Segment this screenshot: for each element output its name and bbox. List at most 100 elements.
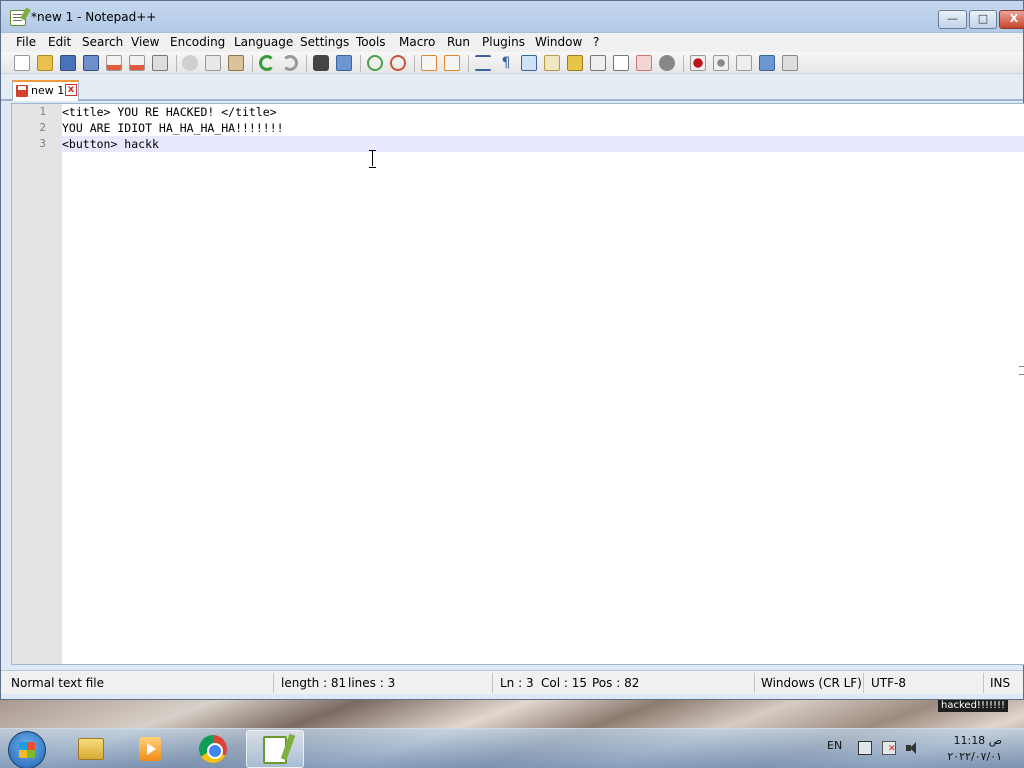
menu-window[interactable]: Window	[535, 34, 582, 50]
menu-file[interactable]: File	[16, 34, 36, 50]
status-separator	[983, 673, 984, 693]
taskbar-notepadpp[interactable]	[246, 730, 304, 768]
window-title: *new 1 - Notepad++	[31, 10, 157, 24]
status-separator	[273, 673, 274, 693]
replace-icon[interactable]	[336, 55, 352, 71]
close-icon[interactable]	[106, 55, 122, 71]
close-all-icon[interactable]	[129, 55, 145, 71]
save-all-icon[interactable]	[83, 55, 99, 71]
save-icon[interactable]	[60, 55, 76, 71]
cut-icon[interactable]	[182, 55, 198, 71]
word-wrap-icon[interactable]	[475, 55, 491, 71]
status-insert-mode[interactable]: INS	[990, 676, 1010, 690]
toolbar-separator	[306, 55, 307, 72]
new-file-icon[interactable]	[14, 55, 30, 71]
maximize-button[interactable]: □	[969, 10, 997, 29]
status-separator	[863, 673, 864, 693]
tab-new-1[interactable]: new 1 x	[12, 80, 79, 101]
tab-label: new 1	[31, 84, 65, 97]
network-icon[interactable]	[858, 741, 872, 755]
menu-run[interactable]: Run	[447, 34, 470, 50]
macro-icon[interactable]	[636, 55, 652, 71]
scrollbar-grip[interactable]	[1019, 366, 1024, 375]
toolbar-separator	[176, 55, 177, 72]
copy-icon[interactable]	[205, 55, 221, 71]
status-separator	[754, 673, 755, 693]
record-macro-icon[interactable]	[690, 55, 706, 71]
menu-tools[interactable]: Tools	[356, 34, 386, 50]
close-button[interactable]: X	[999, 10, 1024, 29]
text-cursor-icon	[368, 150, 377, 168]
print-icon[interactable]	[152, 55, 168, 71]
status-encoding[interactable]: UTF-8	[871, 676, 906, 690]
sync-vertical-icon[interactable]	[421, 55, 437, 71]
language-indicator[interactable]: EN	[827, 739, 842, 752]
action-center-flag-icon[interactable]	[882, 741, 896, 755]
menu-plugins[interactable]: Plugins	[482, 34, 525, 50]
toolbar-separator	[468, 55, 469, 72]
code-line[interactable]: YOU ARE IDIOT HA_HA_HA_HA!!!!!!!	[62, 120, 284, 136]
redo-icon[interactable]	[282, 55, 298, 71]
toolbar-separator	[414, 55, 415, 72]
clock-time[interactable]: 11:18 ص	[940, 734, 1002, 747]
menu-search[interactable]: Search	[82, 34, 123, 50]
code-line[interactable]: <title> YOU RE HACKED! </title>	[62, 104, 277, 120]
start-button[interactable]	[8, 731, 46, 768]
menu-macro[interactable]: Macro	[399, 34, 435, 50]
show-all-chars-icon[interactable]: ¶	[498, 55, 514, 71]
notepadpp-icon	[10, 10, 26, 26]
undo-icon[interactable]	[259, 55, 275, 71]
current-line-highlight	[62, 136, 1024, 152]
toolbar-separator	[252, 55, 253, 72]
line-number: 2	[39, 121, 46, 134]
menu-language[interactable]: Language	[234, 34, 293, 50]
menu-settings[interactable]: Settings	[300, 34, 349, 50]
status-lines: lines : 3	[348, 676, 396, 690]
tab-strip: new 1 x	[1, 75, 1023, 101]
status-length: length : 81	[281, 676, 347, 690]
doc-map-icon[interactable]	[544, 55, 560, 71]
folder-as-workspace-icon[interactable]	[590, 55, 606, 71]
status-col: Col : 15	[541, 676, 587, 690]
monitoring-icon[interactable]	[613, 55, 629, 71]
taskbar: EN 11:18 ص ٢٠٢٢/٠٧/٠١	[0, 728, 1024, 768]
notepadpp-window: *new 1 - Notepad++ — □ X File Edit Searc…	[0, 0, 1024, 700]
zoom-out-icon[interactable]	[390, 55, 406, 71]
find-icon[interactable]	[313, 55, 329, 71]
title-bar[interactable]: *new 1 - Notepad++ — □ X	[1, 1, 1024, 33]
taskbar-chrome[interactable]	[183, 730, 241, 768]
taskbar-explorer[interactable]	[60, 730, 118, 768]
clock-date[interactable]: ٢٠٢٢/٠٧/٠١	[936, 750, 1002, 763]
function-list-icon[interactable]	[567, 55, 583, 71]
run-macro-multiple-icon[interactable]	[759, 55, 775, 71]
macro-record-icon[interactable]	[659, 55, 675, 71]
sync-horizontal-icon[interactable]	[444, 55, 460, 71]
notepad-plus-plus-icon	[263, 736, 287, 764]
indent-guide-icon[interactable]	[521, 55, 537, 71]
menu-edit[interactable]: Edit	[48, 34, 71, 50]
menu-help[interactable]: ?	[593, 34, 599, 50]
tab-close-icon[interactable]: x	[65, 84, 77, 96]
code-line[interactable]: <button> hackk	[62, 136, 159, 152]
status-pos: Pos : 82	[592, 676, 640, 690]
volume-icon[interactable]	[906, 741, 922, 755]
editor-area[interactable]: 1 2 3 <title> YOU RE HACKED! </title> YO…	[11, 103, 1024, 665]
open-file-icon[interactable]	[37, 55, 53, 71]
status-eol[interactable]: Windows (CR LF)	[761, 676, 862, 690]
save-macro-icon[interactable]	[782, 55, 798, 71]
minimize-button[interactable]: —	[938, 10, 967, 29]
paste-icon[interactable]	[228, 55, 244, 71]
media-player-icon	[139, 737, 161, 761]
taskbar-media-player[interactable]	[120, 730, 178, 768]
toolbar-separator	[683, 55, 684, 72]
status-bar: Normal text file length : 81 lines : 3 L…	[1, 670, 1023, 694]
menu-encoding[interactable]: Encoding	[170, 34, 225, 50]
menu-bar: File Edit Search View Encoding Language …	[1, 33, 1023, 52]
line-number-gutter: 1 2 3	[12, 104, 62, 664]
desktop-label: hacked!!!!!!!	[938, 699, 1008, 712]
stop-macro-icon[interactable]	[713, 55, 729, 71]
menu-view[interactable]: View	[131, 34, 159, 50]
play-macro-icon[interactable]	[736, 55, 752, 71]
status-ln: Ln : 3	[500, 676, 534, 690]
zoom-in-icon[interactable]	[367, 55, 383, 71]
